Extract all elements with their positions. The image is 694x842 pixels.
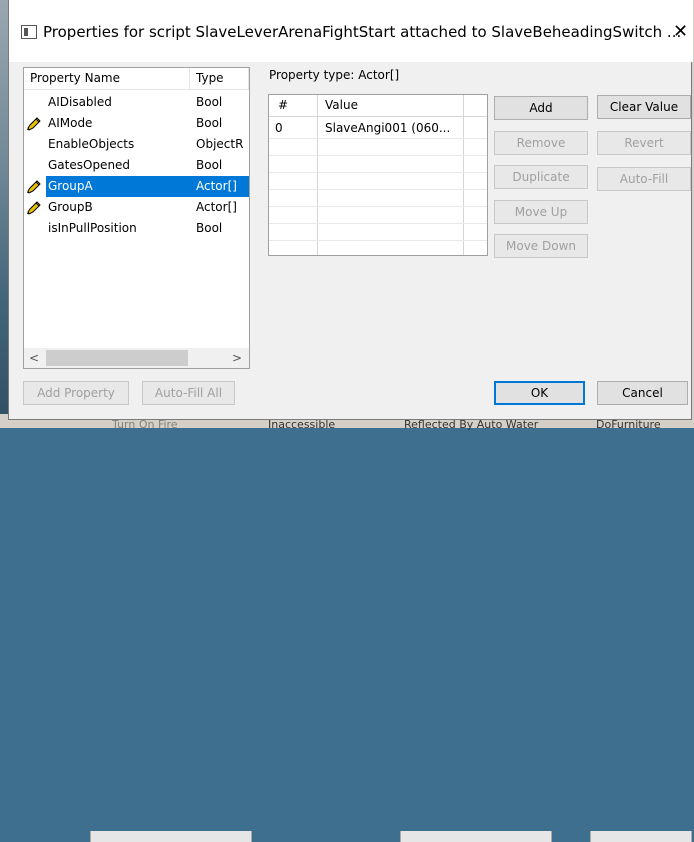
row-gridline (269, 155, 487, 156)
property-name: GatesOpened (48, 158, 131, 172)
background-text: Inaccessible (268, 418, 336, 431)
window-icon (21, 25, 37, 39)
window-title: Properties for script SlaveLeverArenaFig… (43, 23, 682, 41)
property-row[interactable]: GroupB Actor[] (24, 197, 249, 218)
array-value-table[interactable]: # Value 0 SlaveAngi001 (060... (268, 94, 488, 256)
duplicate-button[interactable]: Duplicate (494, 165, 588, 189)
property-row-selected[interactable]: GroupA Actor[] (24, 176, 249, 197)
property-name: GroupA (48, 179, 93, 193)
move-down-button[interactable]: Move Down (494, 234, 588, 258)
edited-pencil-icon (27, 117, 41, 131)
property-type: Bool (196, 95, 223, 109)
add-button[interactable]: Add (494, 96, 588, 120)
row-gridline (269, 189, 487, 190)
property-type: Bool (196, 221, 223, 235)
edited-pencil-icon (27, 201, 41, 215)
column-divider[interactable] (248, 68, 249, 89)
auto-fill-all-button[interactable]: Auto-Fill All (142, 381, 235, 405)
ok-button[interactable]: OK (494, 381, 585, 405)
column-header-value[interactable]: Value (325, 98, 358, 112)
property-row[interactable]: GatesOpened Bool (24, 155, 249, 176)
column-divider (317, 95, 318, 255)
property-type: ObjectR (196, 137, 244, 151)
property-name: AIDisabled (48, 95, 112, 109)
array-row-value[interactable]: SlaveAngi001 (060... (325, 121, 450, 135)
move-up-button[interactable]: Move Up (494, 200, 588, 224)
array-row-index[interactable]: 0 (275, 121, 283, 135)
background-cell (90, 831, 252, 842)
add-property-button[interactable]: Add Property (23, 381, 129, 405)
background-text: Turn On Fire (112, 418, 178, 431)
property-name: GroupB (48, 200, 93, 214)
background-text: DoFurniture (596, 418, 661, 431)
row-gridline (269, 223, 487, 224)
property-row[interactable]: AIMode Bool (24, 113, 249, 134)
property-type: Actor[] (196, 200, 237, 214)
property-name: AIMode (48, 116, 93, 130)
scroll-left-icon[interactable]: < (29, 351, 39, 365)
background-cell (590, 831, 692, 842)
property-name: isInPullPosition (48, 221, 137, 235)
close-icon[interactable]: ✕ (673, 22, 688, 42)
column-header-index[interactable]: # (278, 98, 288, 112)
background-text: Reflected By Auto Water (404, 418, 539, 431)
property-row[interactable]: EnableObjects ObjectR (24, 134, 249, 155)
properties-dialog: Properties for script SlaveLeverArenaFig… (8, 0, 693, 420)
property-type: Bool (196, 116, 223, 130)
property-type-label: Property type: Actor[] (269, 68, 400, 82)
edited-pencil-icon (27, 180, 41, 194)
column-divider (463, 95, 464, 255)
property-type: Actor[] (196, 179, 237, 193)
scrollbar-thumb[interactable] (46, 350, 188, 366)
clear-value-button[interactable]: Clear Value (597, 95, 691, 119)
column-divider[interactable] (189, 68, 190, 89)
cancel-button[interactable]: Cancel (597, 381, 688, 405)
row-gridline (269, 240, 487, 241)
column-header-property-name[interactable]: Property Name (30, 71, 120, 85)
revert-button[interactable]: Revert (597, 131, 691, 155)
auto-fill-button[interactable]: Auto-Fill (597, 167, 691, 191)
property-list-header: Property Name Type (24, 68, 249, 90)
row-gridline (269, 206, 487, 207)
array-table-header: # Value (269, 95, 487, 117)
row-gridline (269, 138, 487, 139)
scroll-right-icon[interactable]: > (232, 351, 242, 365)
remove-button[interactable]: Remove (494, 131, 588, 155)
property-name: EnableObjects (48, 137, 135, 151)
property-type: Bool (196, 158, 223, 172)
column-header-type[interactable]: Type (196, 71, 224, 85)
property-row[interactable]: AIDisabled Bool (24, 92, 249, 113)
horizontal-scrollbar[interactable]: < > (24, 348, 249, 368)
background-cell (400, 831, 552, 842)
property-list[interactable]: Property Name Type AIDisabled Bool AIMod… (23, 67, 250, 369)
background-window-left (0, 0, 8, 428)
row-gridline (269, 172, 487, 173)
property-row[interactable]: isInPullPosition Bool (24, 218, 249, 239)
title-bar[interactable]: Properties for script SlaveLeverArenaFig… (9, 0, 693, 62)
